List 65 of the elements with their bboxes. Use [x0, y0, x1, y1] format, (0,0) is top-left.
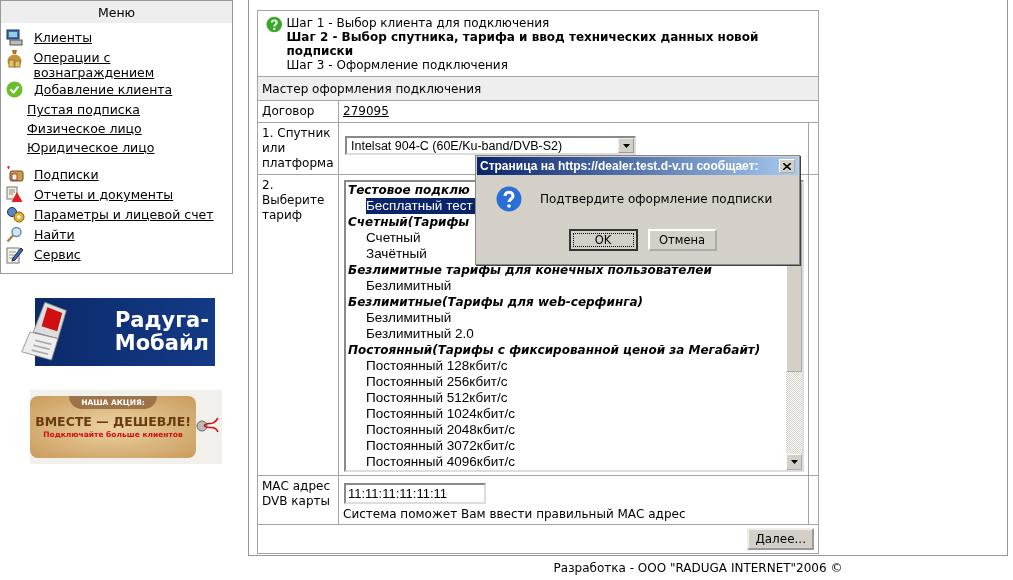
mobile-banner[interactable]: Радуга- Мобайл — [20, 298, 215, 366]
menu-link[interactable]: Сервис — [34, 245, 81, 262]
menu-link[interactable]: Найти — [34, 225, 75, 242]
tariff-option[interactable]: Постоянный 128кбит/с — [366, 358, 510, 374]
submenu-link[interactable]: Пустая подписка — [27, 100, 140, 117]
tariff-option[interactable]: Постоянный 512кбит/с — [366, 390, 510, 406]
tariff-option[interactable]: Безлимитный — [366, 310, 454, 326]
menu-link[interactable]: Добавление клиента — [34, 80, 173, 97]
option-group-label: Счетный(Тарифы — [347, 214, 471, 230]
computer-icon — [6, 29, 23, 46]
menu-link[interactable]: Операции с вознаграждением — [33, 48, 232, 80]
contract-link[interactable]: 279095 — [343, 104, 389, 118]
option-group-label: Постоянный(Тарифы с фиксированной ценой за Мегабайт) — [347, 342, 762, 358]
tariff-option[interactable]: Постоянный 3072кбит/с — [366, 438, 517, 454]
document-warning-icon — [6, 186, 23, 203]
tariff-option[interactable]: Зачётный — [366, 246, 429, 262]
money-bag-icon — [6, 49, 23, 68]
hint-text: Система поможет Вам ввести правильный МАС адрес — [343, 507, 687, 521]
menu-link[interactable]: Отчеты и документы — [34, 185, 174, 202]
close-button[interactable] — [779, 159, 795, 173]
tariff-option[interactable]: Постоянный 2048кбит/с — [366, 422, 517, 438]
tariff-option[interactable]: Бесплатный тест — [366, 198, 475, 214]
tariff-option[interactable]: Безлимитный 2.0 — [366, 326, 476, 342]
dialog-button[interactable]: Отмена — [647, 229, 717, 251]
menu-link[interactable]: Подписки — [34, 165, 99, 182]
menu-link[interactable]: Клиенты — [34, 28, 92, 45]
dialog-title: Страница на https://dealer.test.d-v.ru сообщает: — [480, 159, 759, 173]
close-icon — [783, 162, 791, 170]
package-icon — [6, 166, 25, 184]
field-label: 2. Выберите тариф — [257, 174, 339, 476]
banner-title: Радуга- Мобайл — [114, 309, 209, 355]
gears-icon — [6, 206, 25, 223]
submenu-link[interactable]: Физическое лицо — [27, 119, 142, 136]
tariff-option[interactable]: Безлимитный — [366, 278, 454, 294]
field-label: 1. Спутник или платформа — [257, 122, 339, 175]
help-icon — [266, 16, 283, 33]
menu-title: Меню — [1, 1, 232, 23]
tariff-option[interactable]: Счетный — [366, 230, 423, 246]
promo-headline: ВМЕСТЕ — ДЕШЕВЛЕ! — [35, 414, 191, 429]
question-icon — [496, 186, 522, 212]
option-group-label: Безлимитные(Тарифы для web-серфинга) — [347, 294, 645, 310]
caret-icon — [622, 143, 630, 148]
field-label: Договор — [257, 100, 339, 123]
search-icon — [6, 226, 23, 243]
submenu-link[interactable]: Юридическое лицо — [27, 138, 155, 155]
step-text: Шаг 1 - Выбор клиента для подключения — [286, 16, 551, 30]
tariff-option[interactable]: Постоянный 4096кбит/с — [366, 454, 517, 470]
option-group-label: Безлимитные тарифы для конечных пользователей — [347, 262, 713, 278]
mac-input[interactable]: 11:11:11:11:11:11 — [344, 483, 486, 504]
option-group-label: Тестовое подклю — [347, 182, 471, 198]
satellite-select[interactable]: Intelsat 904-C (60E/Ku-band/DVB-S2) — [345, 136, 636, 155]
next-button[interactable]: Далее... — [747, 528, 814, 550]
step-text: Шаг 3 - Оформление подключения — [286, 58, 509, 72]
field-label: МАС адрес DVB карты — [257, 475, 339, 525]
menu-link[interactable]: Параметры и лицевой счет — [34, 205, 214, 222]
dialog-message: Подтвердите оформление подписки — [540, 192, 773, 206]
check-circle-icon — [6, 81, 23, 98]
footer-text: Разработка - ООО "RADUGA INTERNET"2006 © — [553, 561, 843, 575]
wizard-title: Мастер оформления подключения — [257, 76, 819, 101]
tariff-option[interactable]: Постоянный 256кбит/с — [366, 374, 510, 390]
tariff-option[interactable]: Постоянный 1024кбит/с — [366, 406, 517, 422]
notepad-pencil-icon — [6, 246, 23, 264]
step-text: Шаг 2 - Выбор спутника, тарифа и ввод технических данных новой подписки — [286, 30, 760, 58]
caret-icon — [790, 460, 798, 464]
dialog-button[interactable]: OK — [568, 229, 638, 251]
